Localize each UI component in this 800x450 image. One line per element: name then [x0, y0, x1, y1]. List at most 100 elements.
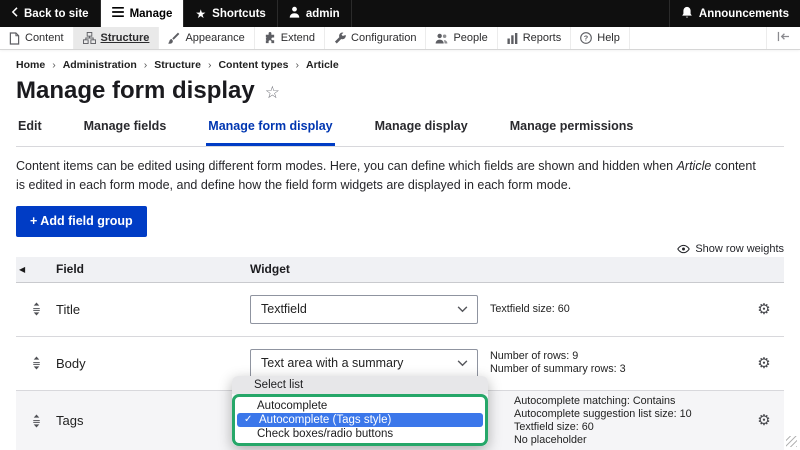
reports-icon	[507, 33, 518, 44]
show-row-weights-label: Show row weights	[695, 243, 784, 255]
page-title: Manage form display ☆	[16, 77, 784, 107]
add-field-group-button[interactable]: + Add field group	[16, 206, 147, 237]
favorite-star-icon[interactable]: ☆	[265, 79, 280, 107]
breadcrumb-link-article[interactable]: Article	[306, 59, 339, 71]
field-label-body: Body	[56, 356, 250, 371]
dropdown-option-autocomplete-tags-style[interactable]: ✓ Autocomplete (Tags style)	[237, 413, 483, 427]
breadcrumb-link-structure[interactable]: Structure	[154, 59, 201, 71]
help-icon: ?	[580, 32, 592, 44]
breadcrumb-separator: ›	[208, 59, 212, 71]
menu-item-label: People	[453, 32, 487, 44]
widget-select-value: Textfield	[261, 302, 307, 316]
tab-manage-permissions[interactable]: Manage permissions	[508, 113, 636, 146]
back-arrow-icon	[11, 7, 18, 20]
structure-icon	[83, 32, 96, 44]
menu-item-content[interactable]: Content	[0, 27, 74, 49]
table-header-marker-icon: ◀	[16, 265, 56, 274]
hamburger-icon	[112, 7, 124, 20]
admin-bar-spacer	[352, 0, 669, 27]
resize-grip[interactable]	[786, 436, 797, 447]
menu-item-label: Content	[25, 32, 64, 44]
checkmark-icon: ✓	[244, 413, 252, 427]
widget-summary-body: Number of rows: 9 Number of summary rows…	[490, 350, 744, 376]
menu-item-label: Structure	[101, 32, 150, 44]
column-header-widget: Widget	[250, 262, 490, 276]
drag-handle-icon[interactable]	[30, 414, 43, 428]
widget-select-value: Text area with a summary	[261, 356, 403, 370]
settings-gear-icon[interactable]: ⚙	[757, 302, 770, 317]
description-emphasis: Article	[677, 159, 712, 173]
breadcrumb: Home › Administration › Structure › Cont…	[16, 59, 784, 71]
manage-menu-button[interactable]: Manage	[101, 0, 185, 27]
manage-label: Manage	[130, 8, 173, 20]
people-icon	[435, 33, 448, 44]
widget-select-body[interactable]: Text area with a summary	[250, 349, 478, 378]
star-icon: ★	[195, 8, 206, 20]
breadcrumb-separator: ›	[52, 59, 56, 71]
show-icon	[677, 244, 690, 254]
menu-item-people[interactable]: People	[426, 27, 497, 49]
breadcrumb-link-content-types[interactable]: Content types	[218, 59, 288, 71]
dropdown-focus-ring: Autocomplete ✓ Autocomplete (Tags style)…	[232, 394, 488, 446]
menu-item-extend[interactable]: Extend	[255, 27, 325, 49]
svg-text:?: ?	[584, 34, 589, 43]
breadcrumb-separator: ›	[295, 59, 299, 71]
announcements-label: Announcements	[699, 8, 789, 20]
page-title-text: Manage form display	[16, 77, 255, 105]
tab-manage-display[interactable]: Manage display	[373, 113, 470, 146]
dropdown-option-label: Autocomplete (Tags style)	[259, 414, 391, 426]
user-menu-button[interactable]: admin	[278, 0, 352, 27]
menu-item-structure[interactable]: Structure	[74, 27, 160, 49]
settings-gear-icon[interactable]: ⚙	[757, 356, 770, 371]
primary-tabs: Edit Manage fields Manage form display M…	[16, 113, 784, 147]
menu-item-appearance[interactable]: Appearance	[159, 27, 254, 49]
announcements-button[interactable]: Announcements	[669, 0, 800, 27]
back-to-site-label: Back to site	[24, 8, 89, 20]
table-row-title: Title Textfield Textfield size: 60 ⚙	[16, 283, 784, 337]
breadcrumb-link-home[interactable]: Home	[16, 59, 45, 71]
column-header-field: Field	[56, 262, 250, 276]
breadcrumb-link-administration[interactable]: Administration	[63, 59, 137, 71]
bell-icon	[681, 6, 693, 22]
user-icon	[289, 6, 300, 21]
configuration-icon	[334, 32, 346, 44]
menu-item-label: Help	[597, 32, 620, 44]
tab-edit[interactable]: Edit	[16, 113, 44, 146]
menu-item-label: Extend	[281, 32, 315, 44]
drag-handle-icon[interactable]	[30, 302, 43, 316]
field-label-title: Title	[56, 302, 250, 317]
tab-manage-fields[interactable]: Manage fields	[82, 113, 169, 146]
page-content: Home › Administration › Structure › Cont…	[0, 50, 800, 450]
widget-select-title[interactable]: Textfield	[250, 295, 478, 324]
dropdown-option-select-list[interactable]: Select list	[232, 376, 488, 394]
widget-summary-title: Textfield size: 60	[490, 303, 744, 316]
menu-item-reports[interactable]: Reports	[498, 27, 572, 49]
content-icon	[9, 32, 20, 45]
menu-item-help[interactable]: ? Help	[571, 27, 630, 49]
settings-gear-icon[interactable]: ⚙	[757, 413, 770, 428]
extend-icon	[264, 32, 276, 44]
page-description: Content items can be edited using differ…	[16, 157, 764, 196]
dropdown-option-checkboxes-radio[interactable]: Check boxes/radio buttons	[235, 427, 485, 441]
drag-handle-icon[interactable]	[30, 356, 43, 370]
admin-toolbar: Back to site Manage ★ Shortcuts admin An…	[0, 0, 800, 27]
toolbar-collapse-button[interactable]	[766, 27, 800, 49]
chevron-down-icon	[457, 306, 468, 313]
field-label-tags: Tags	[56, 413, 250, 428]
tab-manage-form-display[interactable]: Manage form display	[206, 113, 334, 146]
dropdown-option-autocomplete[interactable]: Autocomplete	[235, 399, 485, 413]
show-row-weights-link[interactable]: Show row weights	[16, 243, 784, 255]
back-to-site-link[interactable]: Back to site	[0, 0, 101, 27]
shortcuts-button[interactable]: ★ Shortcuts	[184, 0, 277, 27]
widget-dropdown-menu: Select list Autocomplete ✓ Autocomplete …	[232, 376, 488, 446]
collapse-left-icon	[777, 31, 790, 45]
chevron-down-icon	[457, 360, 468, 367]
admin-menu-bar: Content Structure Appearance Extend Conf…	[0, 27, 800, 50]
username-label: admin	[306, 8, 340, 20]
description-text: Content items can be edited using differ…	[16, 159, 677, 173]
menu-item-label: Configuration	[351, 32, 416, 44]
breadcrumb-separator: ›	[144, 59, 148, 71]
menu-item-configuration[interactable]: Configuration	[325, 27, 426, 49]
menu-item-label: Reports	[523, 32, 562, 44]
menu-item-label: Appearance	[185, 32, 244, 44]
